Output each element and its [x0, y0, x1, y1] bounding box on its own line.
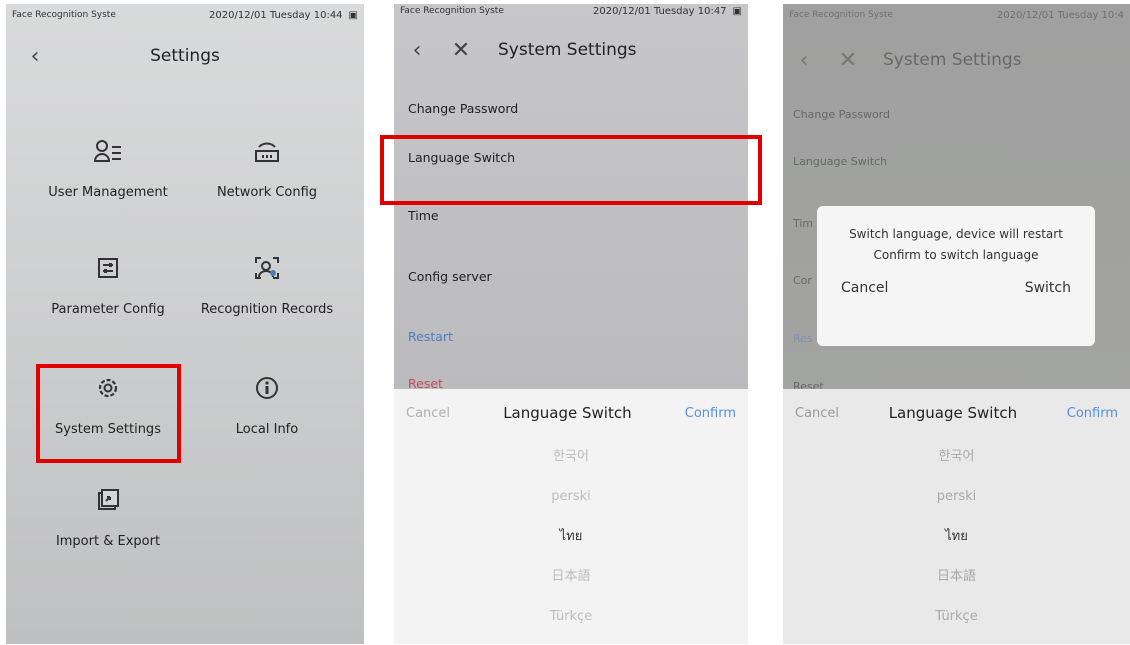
tile-label: Parameter Config [51, 302, 165, 317]
battery-icon: ▣ [348, 9, 358, 21]
dialog-buttons: Cancel Switch [817, 266, 1095, 296]
language-sheet: Cancel Language Switch Confirm 한국어 persk… [783, 389, 1130, 644]
tile-local-info[interactable]: Local Info [192, 376, 342, 437]
tile-label: User Management [48, 185, 168, 200]
highlight-language-switch [380, 135, 762, 205]
sheet-title: Language Switch [888, 404, 1018, 422]
dialog-cancel-button[interactable]: Cancel [841, 280, 888, 296]
page-title: System Settings [883, 50, 1022, 70]
tile-network-config[interactable]: Network Config [192, 139, 342, 200]
language-option-selected[interactable]: ไทย [783, 517, 1130, 557]
tile-import-export[interactable]: Import & Export [33, 488, 183, 549]
tile-recognition-records[interactable]: Recognition Records [192, 256, 342, 317]
settings-screen: Face Recognition Syste 2020/12/01 Tuesda… [6, 4, 364, 644]
page-title: Settings [150, 46, 220, 66]
sheet-header: Cancel Language Switch Confirm [394, 389, 748, 437]
back-icon[interactable]: ‹ [789, 48, 819, 73]
face-scan-icon [192, 256, 342, 290]
dialog-line-2: Confirm to switch language [873, 248, 1039, 262]
confirm-dialog: Switch language, device will restart Con… [817, 206, 1095, 346]
highlight-system-settings [36, 364, 181, 463]
datetime: 2020/12/01 Tuesday 10:47 [593, 5, 727, 17]
info-icon [192, 376, 342, 410]
tile-label: Import & Export [55, 534, 161, 549]
close-icon[interactable]: ✕ [833, 48, 863, 73]
sheet-cancel-button[interactable]: Cancel [406, 406, 450, 421]
menu-config-server[interactable]: Cor [793, 274, 812, 287]
menu-time[interactable]: Tim [793, 217, 813, 230]
language-option[interactable]: perski [783, 477, 1130, 517]
header: ‹ Settings [6, 34, 364, 78]
tile-label: Recognition Records [200, 302, 334, 317]
language-option[interactable]: Türkçe [783, 597, 1130, 637]
sheet-cancel-button[interactable]: Cancel [795, 406, 839, 421]
network-icon [192, 139, 342, 173]
language-option[interactable]: Türkçe [394, 597, 748, 637]
app-name: Face Recognition Syste [789, 10, 893, 20]
page-title: System Settings [498, 40, 637, 60]
app-name: Face Recognition Syste [400, 6, 504, 16]
status-bar: Face Recognition Syste 2020/12/01 Tuesda… [783, 4, 1130, 26]
dialog-message: Switch language, device will restart Con… [817, 206, 1095, 266]
sheet-confirm-button[interactable]: Confirm [685, 406, 736, 421]
menu-language-switch[interactable]: Language Switch [793, 155, 887, 168]
dialog-switch-button[interactable]: Switch [1025, 280, 1071, 296]
language-sheet: Cancel Language Switch Confirm 한국어 persk… [394, 389, 748, 644]
menu-time[interactable]: Time [408, 208, 439, 223]
menu-config-server[interactable]: Config server [408, 269, 492, 284]
system-settings-screen: Face Recognition Syste 2020/12/01 Tuesda… [394, 4, 748, 644]
language-option[interactable]: 日本語 [394, 557, 748, 597]
datetime: 2020/12/01 Tuesday 10:44 [209, 9, 343, 21]
close-icon[interactable]: ✕ [446, 38, 476, 63]
tile-label: Network Config [216, 185, 318, 200]
tile-parameter-config[interactable]: Parameter Config [33, 256, 183, 317]
datetime: 2020/12/01 Tuesday 10:4 [996, 9, 1124, 21]
dialog-line-1: Switch language, device will restart [849, 227, 1063, 241]
menu-restart[interactable]: Res [793, 332, 813, 345]
header: ‹ ✕ System Settings [394, 28, 748, 72]
sheet-title: Language Switch [503, 404, 632, 422]
tile-label: Local Info [235, 422, 299, 437]
sheet-confirm-button[interactable]: Confirm [1067, 406, 1118, 421]
back-icon[interactable]: ‹ [402, 38, 432, 63]
composite-screenshot: Face Recognition Syste 2020/12/01 Tuesda… [0, 0, 1130, 645]
language-option[interactable]: 한국어 [783, 437, 1130, 477]
language-option[interactable]: 한국어 [394, 437, 748, 477]
status-bar: Face Recognition Syste 2020/12/01 Tuesda… [394, 4, 748, 22]
language-confirm-screen: Face Recognition Syste 2020/12/01 Tuesda… [783, 4, 1130, 644]
app-name: Face Recognition Syste [12, 10, 116, 20]
sheet-header: Cancel Language Switch Confirm [783, 389, 1130, 437]
language-option[interactable]: 日本語 [783, 557, 1130, 597]
menu-change-password[interactable]: Change Password [408, 101, 518, 116]
import-export-icon [33, 488, 183, 522]
status-bar: Face Recognition Syste 2020/12/01 Tuesda… [6, 4, 364, 26]
language-option[interactable]: perski [394, 477, 748, 517]
language-option-selected[interactable]: ไทย [394, 517, 748, 557]
header: ‹ ✕ System Settings [783, 38, 1130, 82]
menu-restart[interactable]: Restart [408, 329, 453, 344]
menu-change-password[interactable]: Change Password [793, 108, 890, 121]
battery-icon: ▣ [732, 5, 742, 17]
tile-user-management[interactable]: User Management [33, 139, 183, 200]
parameter-icon [33, 256, 183, 290]
user-list-icon [33, 139, 183, 173]
